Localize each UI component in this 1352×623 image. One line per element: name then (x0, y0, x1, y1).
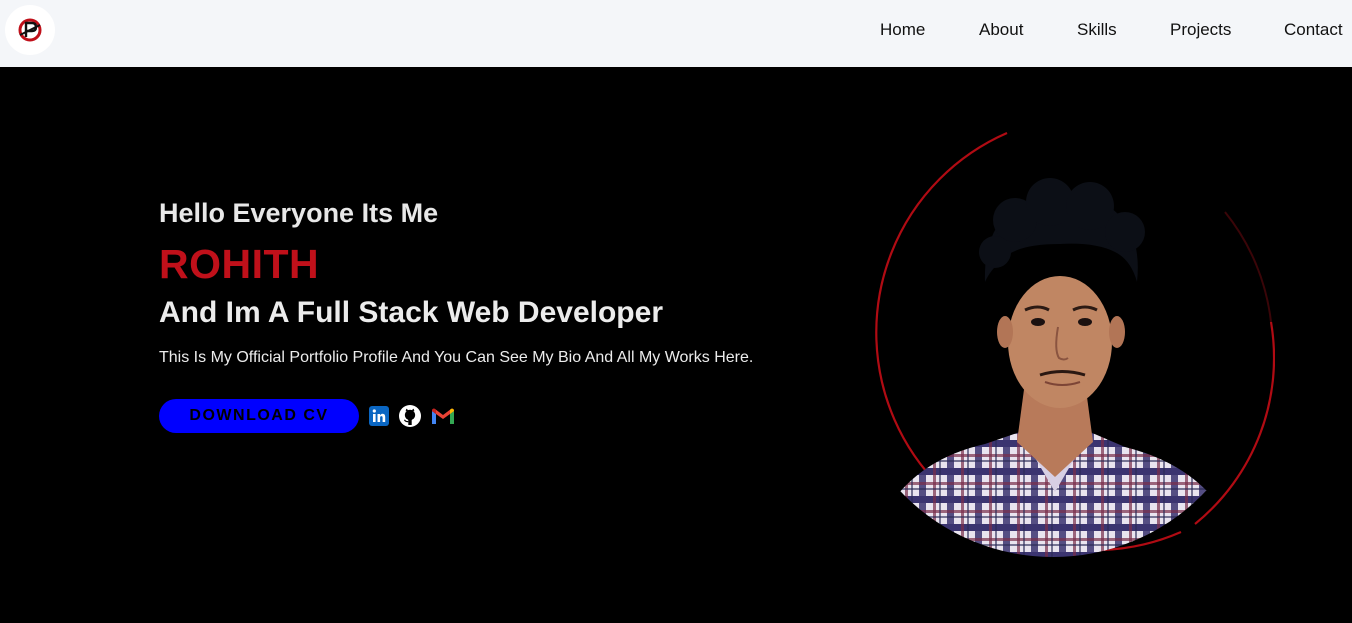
nav-link-home[interactable]: Home (880, 20, 925, 40)
hero-greeting: Hello Everyone Its Me (159, 198, 439, 228)
linkedin-icon[interactable] (368, 405, 390, 427)
hero-role: And Im A Full Stack Web Developer (159, 296, 663, 329)
hero-name: ROHITH (159, 241, 320, 287)
nav-link-projects[interactable]: Projects (1170, 20, 1231, 40)
download-cv-button[interactable]: DOWNLOAD CV (159, 399, 359, 433)
nav-menu: Home About Skills Projects Contact (0, 0, 1352, 67)
nav-link-about[interactable]: About (979, 20, 1023, 40)
hero-bio: This Is My Official Portfolio Profile An… (159, 349, 754, 366)
hero-section: Hello Everyone Its Me ROHITH And Im A Fu… (0, 67, 1352, 623)
github-icon[interactable] (399, 405, 421, 427)
nav-link-skills[interactable]: Skills (1077, 20, 1117, 40)
navbar: Home About Skills Projects Contact (0, 0, 1352, 67)
profile-photo (835, 131, 1276, 572)
nav-link-contact[interactable]: Contact (1284, 20, 1343, 40)
gmail-icon[interactable] (431, 405, 455, 427)
